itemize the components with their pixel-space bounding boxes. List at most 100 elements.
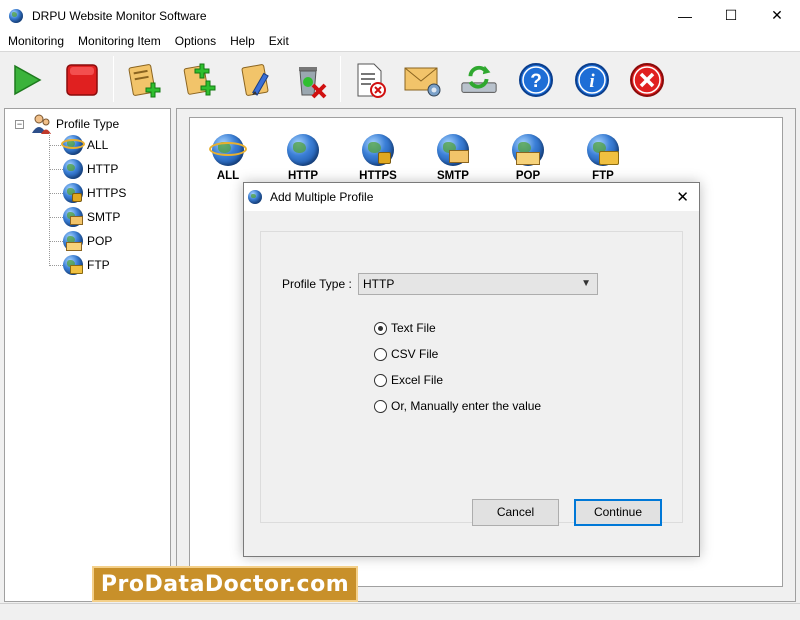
tree-item-pop[interactable]: POP: [63, 229, 112, 253]
dialog-app-icon: [248, 189, 264, 205]
profile-type-select[interactable]: HTTP ▼: [358, 273, 598, 295]
stop-icon: [66, 64, 98, 96]
report-button[interactable]: [350, 60, 390, 100]
menu-help[interactable]: Help: [223, 31, 262, 51]
profile-type-pop[interactable]: POP: [498, 134, 558, 182]
profile-type-label: POP: [515, 170, 541, 182]
exit-icon: [630, 63, 664, 97]
http-globe-icon: [287, 134, 319, 166]
radio-label: Excel File: [391, 373, 444, 387]
profile-type-label: HTTPS: [359, 170, 397, 182]
stop-button[interactable]: [62, 60, 102, 100]
tree-item-https[interactable]: HTTPS: [63, 181, 126, 205]
exit-button[interactable]: [627, 60, 667, 100]
users-icon: [32, 114, 51, 134]
dialog-close-button[interactable]: ✕: [676, 188, 689, 206]
dialog-title: Add Multiple Profile: [270, 190, 374, 204]
radio-button[interactable]: [374, 373, 387, 387]
about-button[interactable]: i: [572, 60, 612, 100]
menu-exit[interactable]: Exit: [262, 31, 296, 51]
delete-profile-icon: [299, 67, 327, 99]
radio-label: Text File: [391, 321, 436, 335]
radio-csv-file[interactable]: CSV File: [374, 347, 438, 361]
close-button[interactable]: ✕: [754, 0, 800, 31]
profile-type-label: ALL: [216, 170, 240, 182]
tree-item-smtp[interactable]: SMTP: [63, 205, 120, 229]
ftp-folder-icon: [63, 255, 83, 275]
all-globe-icon: [209, 134, 247, 166]
tree-root[interactable]: − Profile Type: [15, 113, 119, 135]
maximize-button[interactable]: ☐: [708, 0, 754, 31]
profile-type-https[interactable]: HTTPS: [348, 134, 408, 182]
smtp-mail-icon: [437, 134, 469, 166]
start-icon: [14, 64, 42, 96]
radio-label: Or, Manually enter the value: [391, 399, 542, 413]
add-multiple-profile-icon: [183, 63, 216, 96]
start-button[interactable]: [6, 60, 46, 100]
menu-bar: Monitoring Monitoring Item Options Help …: [0, 31, 800, 51]
profile-type-http[interactable]: HTTP: [273, 134, 333, 182]
continue-button[interactable]: Continue: [574, 499, 662, 526]
profile-type-label: FTP: [592, 170, 614, 182]
tree-root-label: Profile Type: [56, 117, 120, 131]
profile-tree: − Profile Type ALL HTTP HTTPS SMTP POP F…: [4, 108, 171, 602]
tree-item-label: HTTPS: [87, 186, 127, 200]
profile-type-label: SMTP: [437, 170, 469, 182]
svg-text:i: i: [589, 71, 595, 92]
tree-item-http[interactable]: HTTP: [63, 157, 118, 181]
email-settings-button[interactable]: [403, 60, 443, 100]
delete-profile-button[interactable]: [290, 60, 330, 100]
title-bar: DRPU Website Monitor Software — ☐ ✕: [0, 0, 800, 31]
about-icon: i: [575, 63, 609, 97]
radio-button[interactable]: [374, 321, 387, 335]
refresh-icon: [461, 65, 497, 93]
edit-profile-button[interactable]: [237, 60, 277, 100]
radio-button[interactable]: [374, 347, 387, 361]
email-settings-icon: [404, 67, 441, 97]
tree-item-label: POP: [87, 234, 113, 248]
profile-type-ftp[interactable]: FTP: [573, 134, 633, 182]
pop-mail-icon: [63, 231, 83, 251]
all-globe-icon: [61, 135, 85, 155]
profile-type-all[interactable]: ALL: [198, 134, 258, 182]
profile-type-smtp[interactable]: SMTP: [423, 134, 483, 182]
dialog-body: Profile Type : HTTP ▼ Text File CSV File…: [244, 211, 699, 556]
pop-mail-icon: [512, 134, 544, 166]
menu-monitoring[interactable]: Monitoring: [0, 31, 71, 51]
radio-excel-file[interactable]: Excel File: [374, 373, 443, 387]
menu-options[interactable]: Options: [168, 31, 223, 51]
tree-item-ftp[interactable]: FTP: [63, 253, 110, 277]
minimize-button[interactable]: —: [662, 0, 708, 31]
tree-item-label: FTP: [87, 258, 110, 272]
chevron-down-icon: ▼: [581, 278, 591, 289]
tree-item-label: SMTP: [87, 210, 121, 224]
collapse-icon[interactable]: −: [15, 119, 24, 129]
cancel-button[interactable]: Cancel: [472, 499, 559, 526]
radio-label: CSV File: [391, 347, 439, 361]
app-icon: [9, 8, 25, 24]
help-button[interactable]: ?: [516, 60, 556, 100]
ftp-folder-icon: [587, 134, 619, 166]
add-profile-icon: [128, 64, 161, 98]
menu-monitoring-item[interactable]: Monitoring Item: [71, 31, 168, 51]
profile-type-label: HTTP: [287, 170, 319, 182]
http-globe-icon: [63, 159, 83, 179]
refresh-button[interactable]: [459, 60, 499, 100]
watermark-text: ProDataDoctor.com: [100, 571, 350, 597]
add-multiple-profile-dialog: Add Multiple Profile ✕ Profile Type : HT…: [243, 182, 700, 557]
smtp-mail-icon: [63, 207, 83, 227]
add-multiple-profile-button[interactable]: [181, 60, 221, 100]
radio-text-file[interactable]: Text File: [374, 321, 436, 335]
tree-item-label: ALL: [87, 138, 109, 152]
svg-text:?: ?: [530, 71, 542, 92]
dialog-title-bar: Add Multiple Profile ✕: [244, 183, 699, 211]
radio-manual-entry[interactable]: Or, Manually enter the value: [374, 399, 541, 413]
add-profile-button[interactable]: [124, 60, 164, 100]
help-icon: ?: [519, 63, 553, 97]
status-bar: [0, 603, 800, 620]
window-title: DRPU Website Monitor Software: [32, 8, 207, 23]
profile-type-value: HTTP: [363, 277, 395, 291]
edit-profile-icon: [241, 64, 269, 96]
radio-button[interactable]: [374, 399, 387, 413]
tree-item-all[interactable]: ALL: [61, 133, 109, 157]
